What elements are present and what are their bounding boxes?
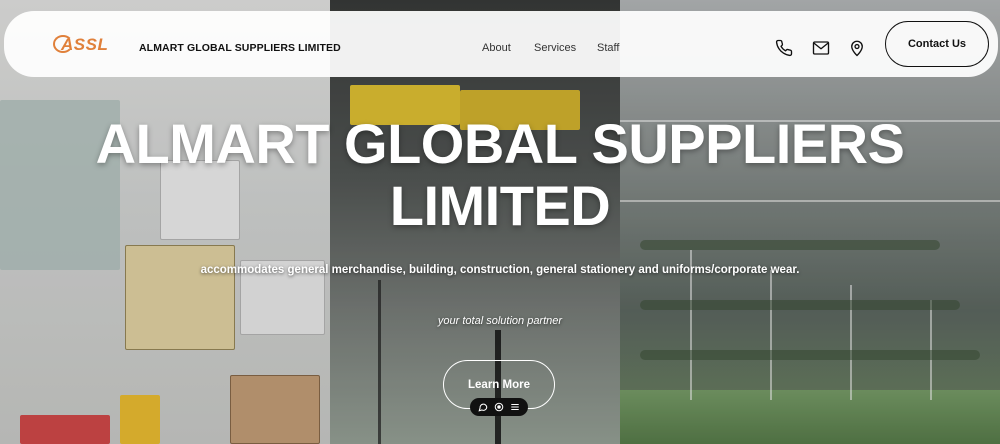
logo-mark: ASSL [53, 33, 119, 57]
phone-icon[interactable] [773, 37, 795, 59]
eye-icon[interactable] [493, 401, 505, 413]
brand-name: ALMART GLOBAL SUPPLIERS LIMITED [139, 42, 341, 54]
nav-about[interactable]: About [482, 42, 511, 54]
chat-icon[interactable] [477, 401, 489, 413]
location-icon[interactable] [846, 37, 868, 59]
site-header: ASSL ALMART GLOBAL SUPPLIERS LIMITED Abo… [4, 11, 998, 77]
nav-services[interactable]: Services [534, 42, 576, 54]
hero-tagline: your total solution partner [437, 315, 563, 327]
contact-us-button[interactable]: Contact Us [885, 21, 989, 67]
hero-title-line2: LIMITED [389, 174, 611, 237]
floating-dock [470, 398, 528, 416]
nav-staff[interactable]: Staff [597, 42, 619, 54]
hero-title-line1: ALMART GLOBAL SUPPLIERS [95, 112, 905, 175]
hero-subtitle: accommodates general merchandise, buildi… [200, 264, 800, 276]
mail-icon[interactable] [810, 37, 832, 59]
site-logo[interactable]: ASSL [53, 33, 119, 57]
logo-text: ASSL [61, 35, 109, 54]
menu-icon[interactable] [509, 401, 521, 413]
